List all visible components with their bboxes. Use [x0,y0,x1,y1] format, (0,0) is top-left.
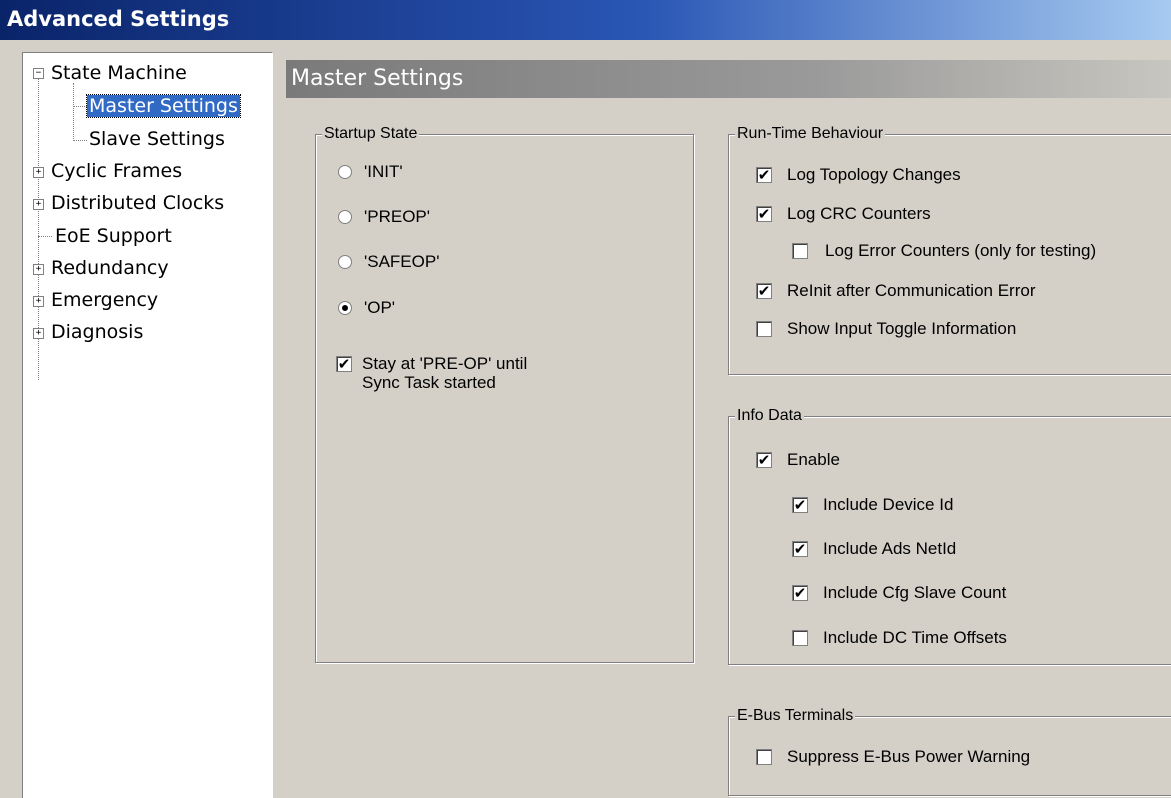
checkbox-checked-icon[interactable]: ✔ [792,585,808,601]
tree-line [73,83,74,141]
settings-tree[interactable]: − State Machine Master Settings Slave Se… [22,52,273,798]
expand-icon[interactable]: + [33,328,44,339]
checkbox-icon[interactable] [792,243,808,259]
checkbox-checked-icon[interactable]: ✔ [756,167,772,183]
tree-item-diagnosis[interactable]: Diagnosis [49,320,145,344]
expand-icon[interactable]: + [33,264,44,275]
tree-line [73,106,87,107]
tree-item-redundancy[interactable]: Redundancy [49,256,171,280]
tree-item-slave-settings[interactable]: Slave Settings [87,127,227,151]
tree-line [38,236,52,237]
checkbox-checked-icon[interactable]: ✔ [756,452,772,468]
checkbox-icon[interactable] [792,630,808,646]
startup-state-group: Startup State 'INIT' 'PREOP' 'SAFEOP' 'O… [315,124,694,663]
stay-preop-line2: Sync Task started [362,373,496,392]
expand-icon[interactable]: + [33,199,44,210]
tree-line [73,140,87,141]
checkbox-checked-icon[interactable]: ✔ [336,356,352,372]
radio-button-selected-icon[interactable] [338,301,352,315]
info-data-group: Info Data ✔ Enable ✔ Include Device Id ✔… [728,406,1171,665]
checkbox-checked-icon[interactable]: ✔ [756,283,772,299]
runtime-behaviour-group: Run-Time Behaviour ✔ Log Topology Change… [728,124,1171,375]
radio-button-icon[interactable] [338,255,352,269]
radio-button-icon[interactable] [338,210,352,224]
tree-item-emergency[interactable]: Emergency [49,288,160,312]
tree-item-distributed-clocks[interactable]: Distributed Clocks [49,191,226,215]
tree-item-eoe-support[interactable]: EoE Support [53,224,174,248]
expand-icon[interactable]: + [33,167,44,178]
info-data-legend: Info Data [735,406,804,426]
tree-item-state-machine[interactable]: State Machine [49,61,189,85]
checkbox-checked-icon[interactable]: ✔ [756,206,772,222]
runtime-behaviour-legend: Run-Time Behaviour [735,124,886,144]
checkbox-checked-icon[interactable]: ✔ [792,497,808,513]
checkbox-checked-icon[interactable]: ✔ [792,541,808,557]
radio-button-icon[interactable] [338,165,352,179]
tree-item-cyclic-frames[interactable]: Cyclic Frames [49,159,184,183]
stay-preop-line1: Stay at 'PRE-OP' until [362,354,528,373]
collapse-icon[interactable]: − [33,68,44,79]
ebus-terminals-group: E-Bus Terminals Suppress E-Bus Power War… [728,706,1171,796]
window-title: Advanced Settings [0,0,1171,40]
panel-title: Master Settings [286,60,1171,98]
expand-icon[interactable]: + [33,296,44,307]
startup-state-legend: Startup State [322,124,420,144]
checkbox-icon[interactable] [756,321,772,337]
tree-item-master-settings[interactable]: Master Settings [86,94,241,118]
ebus-terminals-legend: E-Bus Terminals [735,706,856,726]
checkbox-icon[interactable] [756,749,772,765]
